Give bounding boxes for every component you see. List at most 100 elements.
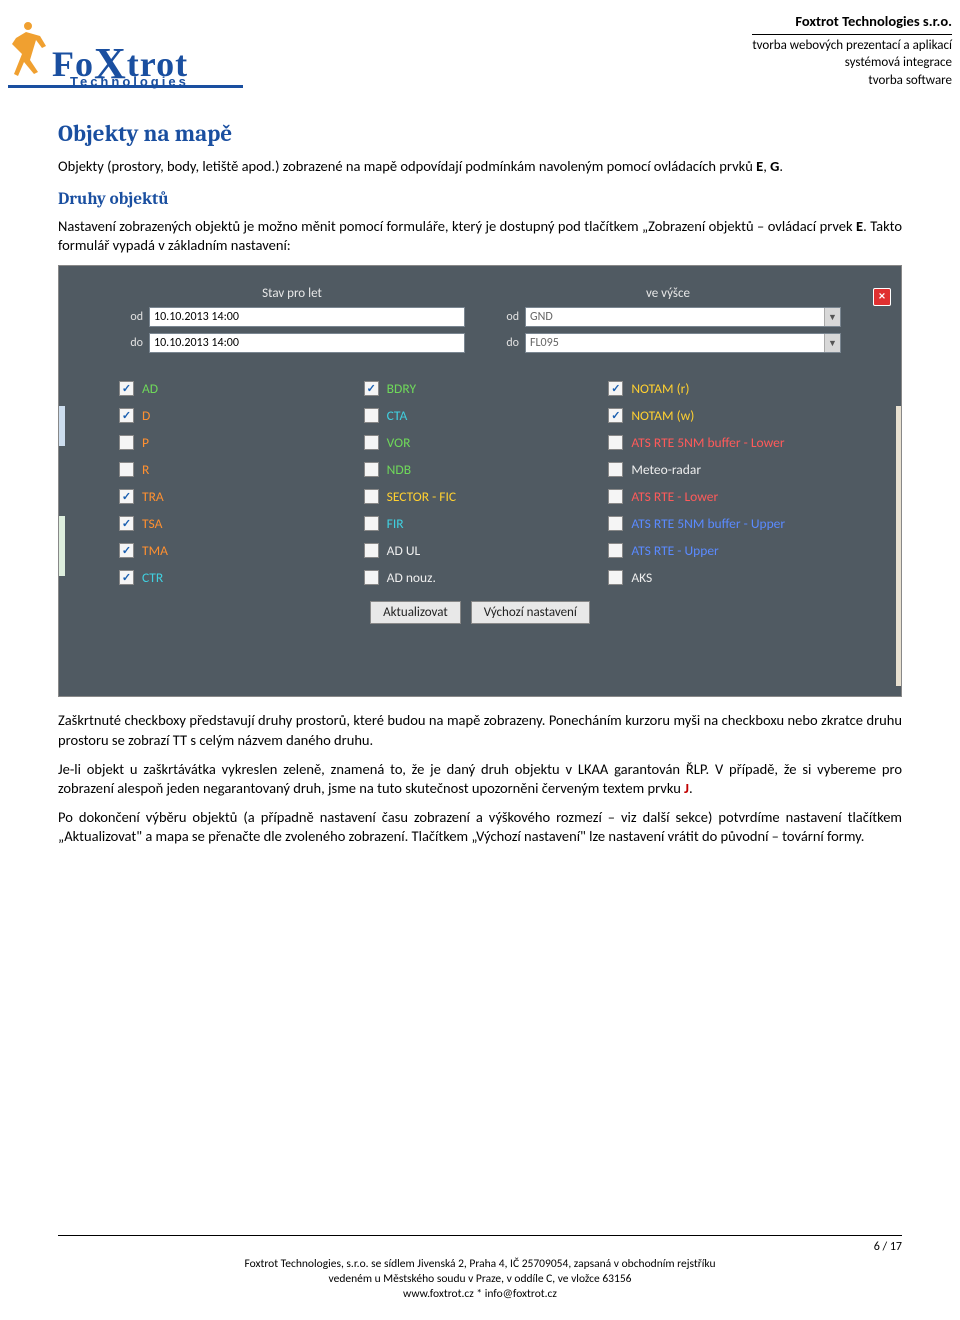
- dancer-icon: [6, 20, 50, 76]
- checkbox[interactable]: ✓: [119, 489, 134, 504]
- checkbox[interactable]: [364, 435, 379, 450]
- vychozi-button[interactable]: Výchozí nastavení: [471, 601, 590, 624]
- checkbox-label: TRA: [142, 488, 164, 505]
- heading-druhy: Druhy objektů: [58, 190, 902, 209]
- checkbox[interactable]: ✓: [119, 381, 134, 396]
- header-line: systémová integrace: [752, 54, 952, 72]
- vyska-title: ve výšce: [495, 286, 841, 301]
- checkbox-row: ✓ TRA: [119, 483, 352, 510]
- checkbox[interactable]: [364, 462, 379, 477]
- checkbox-row: CTA: [364, 402, 597, 429]
- checkbox-label: NOTAM (w): [631, 407, 694, 424]
- checkbox[interactable]: ✓: [119, 516, 134, 531]
- checkbox-row: ATS RTE 5NM buffer - Upper: [608, 510, 841, 537]
- checkbox-label: VOR: [387, 434, 411, 451]
- checkbox[interactable]: [364, 408, 379, 423]
- chevron-down-icon[interactable]: ▼: [824, 308, 840, 326]
- para-zelene: Je-li objekt u zaškrtávátka vykreslen ze…: [58, 760, 902, 798]
- checkbox-row: ✓ BDRY: [364, 375, 597, 402]
- label-od: od: [495, 310, 525, 324]
- checkbox-row: AD UL: [364, 537, 597, 564]
- checkbox-row: Meteo-radar: [608, 456, 841, 483]
- checkbox-row: FIR: [364, 510, 597, 537]
- aktualizovat-button[interactable]: Aktualizovat: [370, 601, 461, 624]
- checkbox[interactable]: [364, 516, 379, 531]
- checkbox-row: ✓ TMA: [119, 537, 352, 564]
- checkbox-row: ✓ NOTAM (w): [608, 402, 841, 429]
- label-od: od: [119, 310, 149, 324]
- checkbox[interactable]: ✓: [608, 408, 623, 423]
- label-do: do: [495, 336, 525, 350]
- input-stav-do[interactable]: 10.10.2013 14:00: [149, 333, 465, 353]
- checkbox-row: AKS: [608, 564, 841, 591]
- checkbox-row: NDB: [364, 456, 597, 483]
- checkbox[interactable]: ✓: [119, 570, 134, 585]
- checkbox-label: SECTOR - FIC: [387, 488, 456, 505]
- checkbox-grid: ✓ AD ✓ DPR ✓ TRA ✓ TSA ✓ TMA ✓ CTR ✓ BDRY CTA VOR NDB SE…: [119, 375, 841, 591]
- checkbox-label: CTR: [142, 569, 163, 586]
- checkbox-label: D: [142, 407, 150, 424]
- para-dokonceni: Po dokončení výběru objektů (a případně …: [58, 808, 902, 846]
- checkbox-label: ATS RTE - Lower: [631, 488, 718, 505]
- page-header: FoXtrot Technologies Foxtrot Technologie…: [58, 0, 902, 100]
- checkbox[interactable]: [608, 489, 623, 504]
- checkbox[interactable]: [608, 435, 623, 450]
- page-number: 6 / 17: [58, 1240, 902, 1256]
- checkbox[interactable]: [608, 462, 623, 477]
- checkbox-label: CTA: [387, 407, 408, 424]
- logo: FoXtrot Technologies: [8, 18, 243, 98]
- stav-title: Stav pro let: [119, 286, 465, 301]
- checkbox-label: ATS RTE - Upper: [631, 542, 718, 559]
- footer-line: vedeném u Městského soudu v Praze, v odd…: [58, 1272, 902, 1287]
- checkbox[interactable]: ✓: [608, 381, 623, 396]
- checkbox[interactable]: ✓: [364, 381, 379, 396]
- checkbox[interactable]: [608, 543, 623, 558]
- checkbox-label: BDRY: [387, 380, 416, 397]
- checkbox-row: ATS RTE - Lower: [608, 483, 841, 510]
- checkbox-label: AD: [142, 380, 158, 397]
- checkbox-label: TMA: [142, 542, 168, 559]
- para-druhy: Nastavení zobrazených objektů je možno m…: [58, 217, 902, 255]
- footer-line: Foxtrot Technologies, s.r.o. se sídlem J…: [58, 1257, 902, 1272]
- checkbox[interactable]: [119, 462, 134, 477]
- checkbox-label: NOTAM (r): [631, 380, 689, 397]
- checkbox-row: ATS RTE 5NM buffer - Lower: [608, 429, 841, 456]
- logo-rule: [8, 85, 243, 88]
- select-vyska-do[interactable]: FL095▼: [525, 333, 841, 353]
- label-do: do: [119, 336, 149, 350]
- checkbox[interactable]: [364, 570, 379, 585]
- checkbox-label: R: [142, 461, 149, 478]
- select-vyska-od[interactable]: GND▼: [525, 307, 841, 327]
- checkbox-row: ✓ CTR: [119, 564, 352, 591]
- checkbox-row: ✓ NOTAM (r): [608, 375, 841, 402]
- checkbox-label: AD nouz.: [387, 569, 436, 586]
- checkbox-label: TSA: [142, 515, 162, 532]
- checkbox-label: ATS RTE 5NM buffer - Upper: [631, 515, 785, 532]
- checkbox-row: ✓ AD: [119, 375, 352, 402]
- checkbox[interactable]: [608, 570, 623, 585]
- checkbox-row: AD nouz.: [364, 564, 597, 591]
- header-right: Foxtrot Technologies s.r.o. tvorba webov…: [752, 12, 952, 89]
- para-checkboxy: Zaškrtnuté checkboxy představují druhy p…: [58, 711, 902, 749]
- input-stav-od[interactable]: 10.10.2013 14:00: [149, 307, 465, 327]
- checkbox-row: P: [119, 429, 352, 456]
- checkbox-row: R: [119, 456, 352, 483]
- checkbox-row: VOR: [364, 429, 597, 456]
- checkbox[interactable]: [364, 543, 379, 558]
- checkbox[interactable]: ✓: [119, 408, 134, 423]
- chevron-down-icon[interactable]: ▼: [824, 334, 840, 352]
- checkbox[interactable]: [119, 435, 134, 450]
- form-screenshot: × Stav pro let od 10.10.2013 14:00 do 10…: [58, 265, 902, 697]
- checkbox-label: ATS RTE 5NM buffer - Lower: [631, 434, 784, 451]
- checkbox-label: NDB: [387, 461, 411, 478]
- checkbox-label: AD UL: [387, 542, 421, 559]
- close-icon[interactable]: ×: [873, 288, 891, 306]
- checkbox-label: FIR: [387, 515, 404, 532]
- checkbox-row: ATS RTE - Upper: [608, 537, 841, 564]
- company-name: Foxtrot Technologies s.r.o.: [752, 12, 952, 35]
- checkbox[interactable]: [608, 516, 623, 531]
- checkbox-row: ✓ TSA: [119, 510, 352, 537]
- checkbox[interactable]: ✓: [119, 543, 134, 558]
- para-intro: Objekty (prostory, body, letiště apod.) …: [58, 157, 902, 176]
- checkbox[interactable]: [364, 489, 379, 504]
